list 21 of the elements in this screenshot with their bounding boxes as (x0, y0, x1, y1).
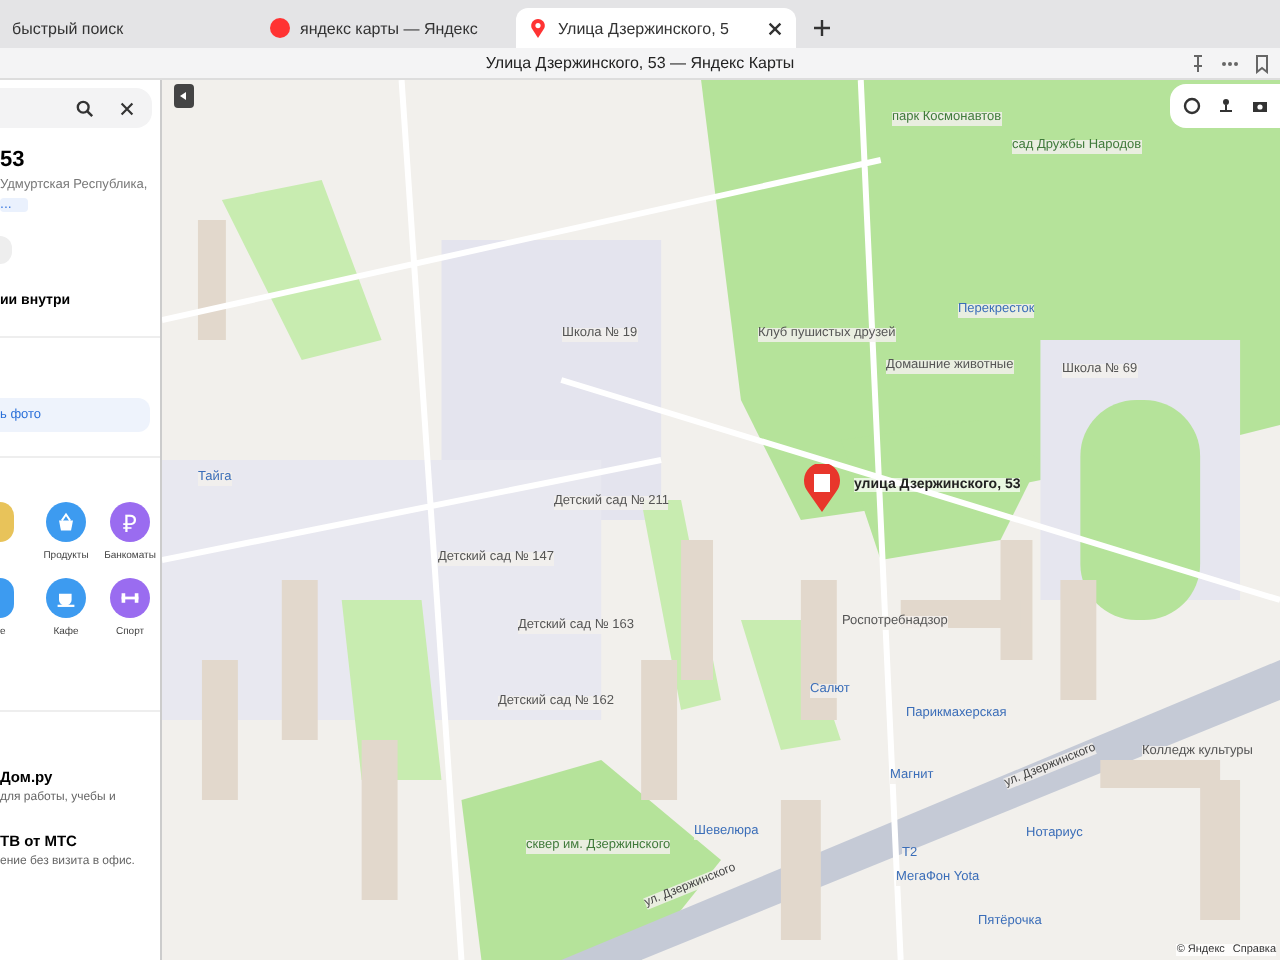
browser-tab[interactable]: быстрый поиск (0, 8, 250, 48)
browser-tab[interactable]: яндекс карты — Яндекс (258, 8, 508, 48)
search-field[interactable] (0, 88, 152, 128)
bookmark-icon[interactable] (1252, 54, 1272, 74)
pin-icon[interactable] (1188, 54, 1208, 74)
category-icon[interactable] (0, 578, 14, 618)
basket-icon[interactable] (46, 502, 86, 542)
location-marker-icon[interactable] (802, 464, 842, 512)
close-icon[interactable] (118, 99, 136, 117)
dumbbell-icon[interactable] (110, 578, 150, 618)
map-pin-icon (528, 18, 548, 38)
collapse-button[interactable] (174, 84, 194, 108)
cup-icon[interactable] (46, 578, 86, 618)
atm-icon[interactable]: ₽ (110, 502, 150, 542)
place-heading: 53 (0, 148, 27, 172)
camera-icon[interactable] (1250, 96, 1270, 116)
new-tab-icon[interactable] (812, 18, 832, 38)
window-title: Улица Дзержинского, 53 — Яндекс Карты (485, 54, 795, 72)
search-icon[interactable] (76, 99, 94, 117)
browser-tab[interactable]: Улица Дзержинского, 5 (516, 8, 796, 48)
close-icon[interactable] (766, 19, 784, 37)
